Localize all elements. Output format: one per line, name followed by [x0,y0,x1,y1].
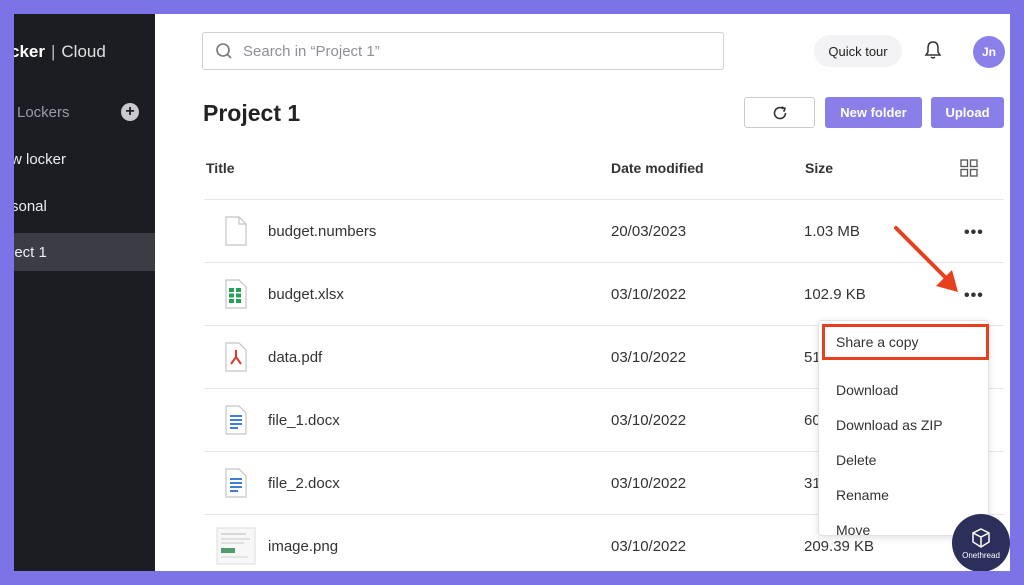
file-name[interactable]: budget.xlsx [268,286,344,303]
sidebar-item-label: w locker [14,150,67,168]
file-name[interactable]: file_1.docx [268,412,340,429]
file-name[interactable]: file_2.docx [268,475,340,492]
brand-logo: cker | Cloud [14,42,106,62]
image-thumbnail-icon [216,527,256,565]
watermark-badge: Onethread [952,514,1010,571]
refresh-icon [773,105,786,119]
sidebar: cker | Cloud Lockers + w locker sonal ject… [14,14,155,571]
new-folder-button[interactable]: New folder [825,97,922,128]
sidebar-item-new-locker[interactable]: w locker [14,140,155,178]
document-icon [225,405,247,435]
file-date: 20/03/2023 [611,223,687,240]
file-name[interactable]: budget.numbers [268,223,376,240]
bell-icon[interactable] [924,40,942,60]
brand-name: cker [14,42,45,61]
spreadsheet-icon [225,279,247,309]
grid-view-icon[interactable] [960,159,978,177]
file-size: 102.9 KB [804,286,866,303]
sidebar-item-project-1[interactable]: ject 1 [14,233,155,271]
sidebar-item-label: ject 1 [14,243,47,261]
search-input[interactable] [243,42,703,60]
brand-separator: | [50,42,56,61]
table-row[interactable]: budget.numbers 20/03/2023 1.03 MB ••• [204,199,1004,262]
document-icon [225,468,247,498]
watermark-text: Onethread [962,550,1000,560]
file-date: 03/10/2022 [611,286,687,303]
page-title: Project 1 [203,100,301,126]
lockers-label: Lockers [17,104,70,121]
menu-item-download[interactable]: Download [819,372,988,407]
column-header-title[interactable]: Title [206,160,235,176]
pdf-icon [225,342,247,372]
app-window: cker | Cloud Lockers + w locker sonal ject… [14,14,1010,571]
menu-item-rename[interactable]: Rename [819,477,988,512]
menu-item-delete[interactable]: Delete [819,442,988,477]
search-icon [216,43,232,59]
table-row[interactable]: budget.xlsx 03/10/2022 102.9 KB ••• [204,262,1004,325]
add-locker-button[interactable]: + [121,103,139,121]
brand-cloud: Cloud [61,42,106,61]
search-bar[interactable] [202,32,724,70]
file-date: 03/10/2022 [611,538,687,555]
annotation-arrow [894,226,958,292]
column-header-date[interactable]: Date modified [611,160,704,176]
user-avatar[interactable]: Jn [973,36,1005,68]
sidebar-item-personal[interactable]: sonal [14,187,155,225]
file-date: 03/10/2022 [611,412,687,429]
context-menu: Share a copy Download Download as ZIP De… [818,320,989,538]
blank-file-icon [225,216,247,246]
menu-item-share-copy[interactable]: Share a copy [822,324,989,360]
column-header-size[interactable]: Size [805,160,833,176]
menu-item-download-zip[interactable]: Download as ZIP [819,407,988,442]
upload-button[interactable]: Upload [931,97,1004,128]
refresh-button[interactable] [744,97,815,128]
lockers-header: Lockers + [14,103,155,128]
cube-logo-icon [972,527,990,548]
file-date: 03/10/2022 [611,475,687,492]
file-size: 1.03 MB [804,223,860,240]
file-name[interactable]: data.pdf [268,349,322,366]
file-date: 03/10/2022 [611,349,687,366]
quick-tour-button[interactable]: Quick tour [814,35,902,67]
sidebar-item-label: sonal [14,197,47,215]
file-name[interactable]: image.png [268,538,338,555]
